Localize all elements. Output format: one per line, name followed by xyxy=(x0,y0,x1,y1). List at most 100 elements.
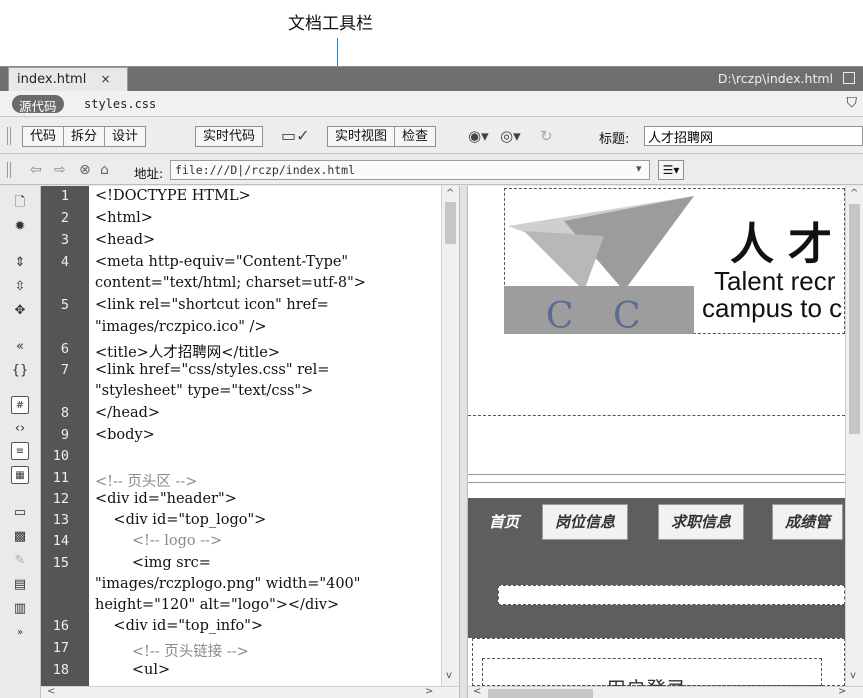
address-dropdown-icon[interactable]: ▾ xyxy=(636,162,642,175)
code-line: </head> xyxy=(95,405,161,421)
browser-options-button[interactable]: ☰▾ xyxy=(658,160,684,180)
back-arrow-icon[interactable]: ⇦ xyxy=(30,162,42,178)
live-code-button[interactable]: 实时代码 xyxy=(195,126,264,147)
login-title: 用户登录 xyxy=(606,673,686,686)
recent-snippets-icon[interactable]: ▤ xyxy=(11,576,29,594)
live-view-button[interactable]: 实时视图 xyxy=(328,127,396,146)
divider-line xyxy=(468,482,845,483)
expand-all-icon[interactable]: ✥ xyxy=(11,302,29,320)
show-code-navigator-icon[interactable]: ✹ xyxy=(11,218,29,236)
highlight-invalid-code-icon[interactable]: ‹› xyxy=(11,420,29,438)
scroll-right-icon[interactable]: > xyxy=(425,686,433,697)
tab-index-html[interactable]: index.html × xyxy=(8,67,128,91)
restore-window-icon[interactable] xyxy=(843,72,855,84)
source-code-button[interactable]: 源代码 xyxy=(12,95,64,114)
filter-icon[interactable]: ⛉ xyxy=(847,95,858,111)
inspect-button[interactable]: 检查 xyxy=(395,127,435,146)
document-toolbar: 代码 拆分 设计 实时代码 ▭✓ 实时视图 检查 ◉▾ ◎▾ ↻ 标题: xyxy=(0,118,863,154)
nav-tab-scores[interactable]: 成绩管 xyxy=(772,504,844,540)
toolbar-grip[interactable] xyxy=(7,127,11,145)
move-css-icon[interactable]: ▥ xyxy=(11,600,29,618)
code-line: "images/rczplogo.png" width="400" xyxy=(95,576,361,592)
code-line: <head> xyxy=(95,232,156,248)
syntax-coloring-icon[interactable]: ▦ xyxy=(11,466,29,484)
home-icon[interactable]: ⌂ xyxy=(100,162,109,178)
related-files-bar: 源代码 styles.css ⛉ xyxy=(0,91,863,117)
code-comment-line: <!-- 页头区 --> xyxy=(95,474,198,490)
code-vertical-scrollbar[interactable]: ^ v xyxy=(441,186,459,686)
nav-tab-jobs[interactable]: 岗位信息 xyxy=(542,504,629,540)
code-scroll-thumb[interactable] xyxy=(445,202,456,244)
line-number: 10 xyxy=(52,448,69,464)
code-line: <div id="top_info"> xyxy=(95,618,264,634)
line-number: 16 xyxy=(52,618,69,634)
line-number: 5 xyxy=(60,297,69,313)
title-input[interactable] xyxy=(644,126,863,146)
scroll-up-icon[interactable]: ^ xyxy=(446,188,454,199)
collapse-selection-icon[interactable]: ⇳ xyxy=(11,278,29,296)
design-view[interactable]: C C 人才 Talent recr campus to c 首页 岗位信息 求… xyxy=(468,186,845,686)
scroll-down-icon[interactable]: v xyxy=(850,670,856,681)
split-view-button[interactable]: 拆分 xyxy=(64,127,106,146)
balance-braces-icon[interactable]: {} xyxy=(11,362,29,380)
file-path: D:\rczp\index.html xyxy=(717,71,833,86)
open-documents-icon[interactable]: 🗋 xyxy=(11,194,29,212)
remove-comment-icon[interactable]: ▩ xyxy=(11,528,29,546)
apply-comment-icon[interactable]: ▭ xyxy=(11,504,29,522)
design-horizontal-scrollbar[interactable]: < > xyxy=(468,686,863,698)
code-horizontal-scrollbar[interactable]: < > xyxy=(41,686,459,698)
word-wrap-icon[interactable]: ≡ xyxy=(11,442,29,460)
line-number: 15 xyxy=(52,555,69,571)
forward-arrow-icon[interactable]: ⇨ xyxy=(54,162,66,178)
code-line: <div id="header"> xyxy=(95,491,237,507)
editor-window: index.html × D:\rczp\index.html 源代码 styl… xyxy=(0,66,863,698)
divider-line xyxy=(468,474,845,475)
wrap-tag-icon[interactable]: ✎ xyxy=(11,552,29,570)
design-view-button[interactable]: 设计 xyxy=(105,127,145,146)
logo-letter: C xyxy=(613,296,641,337)
related-file-styles[interactable]: styles.css xyxy=(84,97,156,111)
addressbar-grip[interactable] xyxy=(7,162,11,178)
code-view-button[interactable]: 代码 xyxy=(23,127,65,146)
code-line: <!DOCTYPE HTML> xyxy=(95,188,251,204)
line-number: 17 xyxy=(52,640,69,656)
preview-browser-icon[interactable]: ◉▾ xyxy=(468,127,489,145)
design-vertical-scrollbar[interactable]: ^ v xyxy=(845,186,863,686)
scroll-up-icon[interactable]: ^ xyxy=(850,188,858,199)
code-line: <html> xyxy=(95,210,153,226)
nav-tab-seekers[interactable]: 求职信息 xyxy=(658,504,745,540)
logo-english-line2: campus to c xyxy=(702,293,843,323)
line-number: 9 xyxy=(60,427,69,443)
line-number: 1 xyxy=(60,188,69,204)
code-line: <ul> xyxy=(95,662,171,678)
address-input[interactable] xyxy=(170,160,650,180)
line-numbers-icon[interactable]: # xyxy=(11,396,29,414)
code-editor[interactable]: <!DOCTYPE HTML> <html> <head> <meta http… xyxy=(89,186,441,686)
design-scroll-thumb[interactable] xyxy=(849,204,860,434)
code-line: content="text/html; charset=utf-8"> xyxy=(95,275,366,291)
scroll-down-icon[interactable]: v xyxy=(446,670,452,681)
design-hscroll-thumb[interactable] xyxy=(488,689,593,698)
code-line: <title>人才招聘网</title> xyxy=(95,345,281,361)
file-management-icon[interactable]: ▭✓ xyxy=(281,126,310,145)
stop-icon[interactable]: ⊗ xyxy=(79,162,91,178)
scroll-left-icon[interactable]: < xyxy=(473,686,481,697)
scroll-right-icon[interactable]: > xyxy=(838,686,846,697)
code-line: <meta http-equiv="Content-Type" xyxy=(95,254,349,270)
select-parent-tag-icon[interactable]: « xyxy=(11,338,29,356)
line-number: 14 xyxy=(52,533,69,549)
split-divider[interactable] xyxy=(459,186,468,698)
nav-tab-home[interactable]: 首页 xyxy=(476,504,533,540)
document-tab-bar: index.html × D:\rczp\index.html xyxy=(0,67,863,91)
collapse-tag-icon[interactable]: ⇕ xyxy=(11,254,29,272)
scroll-left-icon[interactable]: < xyxy=(47,686,55,697)
close-tab-icon[interactable]: × xyxy=(100,72,110,86)
more-tools-icon[interactable]: » xyxy=(11,624,29,642)
nav-content-box xyxy=(498,585,845,605)
line-number: 18 xyxy=(52,662,69,678)
visual-aids-icon[interactable]: ◎▾ xyxy=(500,127,521,145)
tab-title: index.html xyxy=(17,72,87,87)
code-line: <img src= xyxy=(95,555,211,571)
refresh-icon[interactable]: ↻ xyxy=(540,127,553,145)
code-line: <link rel="shortcut icon" href= xyxy=(95,297,329,313)
